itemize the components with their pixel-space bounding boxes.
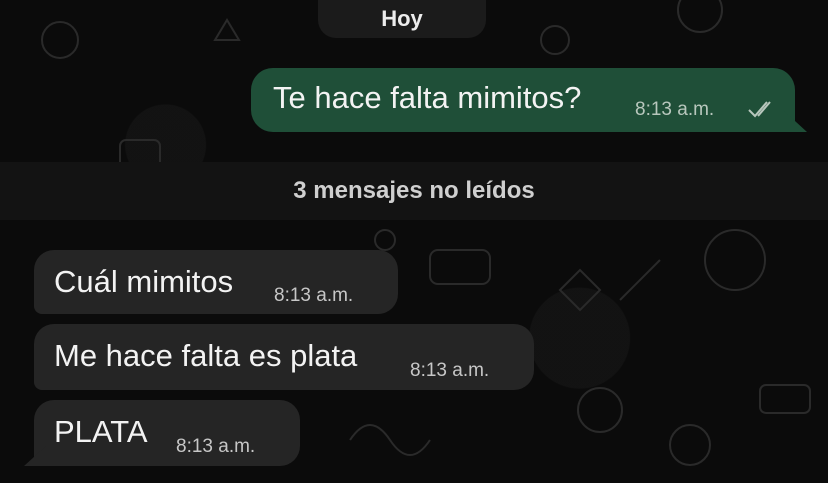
message-timestamp: 8:13 a.m. [274, 285, 354, 306]
date-chip: Hoy [318, 0, 486, 38]
incoming-message-bubble[interactable]: PLATA 8:13 a.m. [34, 400, 300, 466]
outgoing-message-bubble[interactable]: Te hace falta mimitos? 8:13 a.m. [251, 68, 795, 132]
message-text: Te hace falta mimitos? [273, 80, 582, 115]
message-timestamp: 8:13 a.m. [410, 360, 490, 381]
incoming-message-bubble[interactable]: Cuál mimitos 8:13 a.m. [34, 250, 398, 314]
incoming-message-bubble[interactable]: Me hace falta es plata 8:13 a.m. [34, 324, 534, 390]
message-text: Me hace falta es plata [54, 338, 358, 373]
unread-messages-label: 3 mensajes no leídos [293, 177, 535, 204]
message-timestamp: 8:13 a.m. [635, 99, 715, 120]
read-double-check-icon [748, 101, 771, 118]
unread-messages-banner: 3 mensajes no leídos [0, 162, 828, 220]
message-timestamp: 8:13 a.m. [176, 436, 256, 457]
message-text: Cuál mimitos [54, 264, 234, 299]
date-chip-label: Hoy [381, 6, 423, 31]
message-text: PLATA [54, 414, 148, 449]
